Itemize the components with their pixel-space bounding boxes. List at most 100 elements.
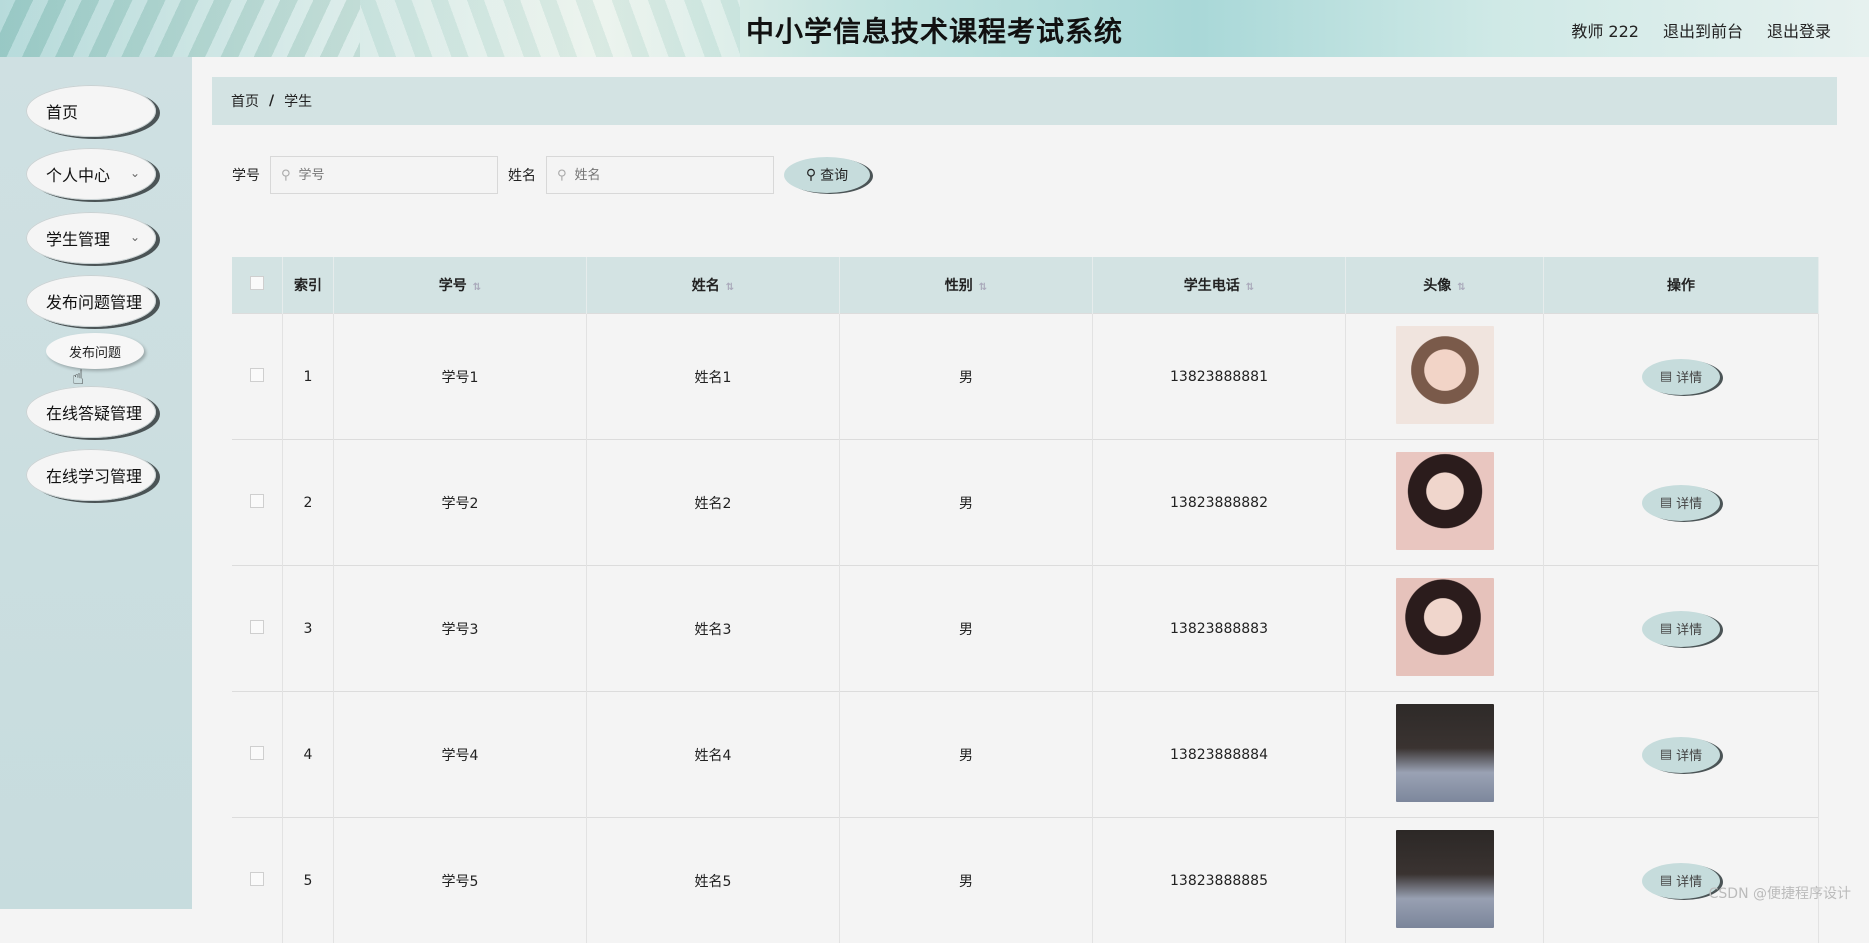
header-gender[interactable]: 性别⇅ <box>840 257 1093 314</box>
cell-name: 姓名4 <box>587 692 840 818</box>
header-avatar-label: 头像 <box>1423 278 1451 294</box>
detail-button[interactable]: ▤详情 <box>1642 359 1720 395</box>
sidebar-item-online-learning[interactable]: 在线学习管理 <box>26 449 156 501</box>
logout-link[interactable]: 退出登录 <box>1767 18 1831 42</box>
cell-index: 4 <box>283 692 334 818</box>
query-button[interactable]: ⚲ 查询 <box>784 157 870 193</box>
student-id-field[interactable]: ⚲ <box>270 156 498 194</box>
cell-gender: 男 <box>840 440 1093 566</box>
document-icon: ▤ <box>1660 495 1672 510</box>
header-phone[interactable]: 学生电话 ⇅ <box>1093 257 1346 314</box>
cell-avatar <box>1346 566 1544 692</box>
search-row: 学号 ⚲ 姓名 ⚲ ⚲ 查询 <box>232 155 870 195</box>
row-checkbox-cell <box>232 818 283 943</box>
breadcrumb-separator: / <box>269 93 274 109</box>
header-student-id-label: 学号 <box>439 278 467 294</box>
document-icon: ▤ <box>1660 747 1672 762</box>
search-icon: ⚲ <box>806 167 816 183</box>
cell-actions: ▤详情 <box>1544 314 1819 440</box>
row-checkbox[interactable] <box>250 872 264 886</box>
detail-label: 详情 <box>1676 493 1702 512</box>
row-checkbox-cell <box>232 314 283 440</box>
row-checkbox[interactable] <box>250 368 264 382</box>
table-row: 4 学号4 姓名4 男 13823888884 ▤详情 <box>232 692 1819 818</box>
table-row: 2 学号2 姓名2 男 13823888882 ▤ 详情 <box>232 440 1819 566</box>
student-id-input[interactable] <box>297 167 471 184</box>
cell-phone: 13823888882 <box>1093 440 1346 566</box>
detail-label: 详情 <box>1676 871 1702 890</box>
detail-button[interactable]: ▤ 详情 <box>1642 485 1720 521</box>
cell-actions: ▤ 详情 <box>1544 566 1819 692</box>
submenu-item-publish-question[interactable]: 发布问题 <box>46 333 144 369</box>
avatar <box>1396 578 1494 676</box>
sort-icon[interactable]: ⇅ <box>979 282 987 293</box>
detail-button[interactable]: ▤ 详情 <box>1642 611 1720 647</box>
cell-avatar <box>1346 440 1544 566</box>
cell-avatar <box>1346 314 1544 440</box>
header-name[interactable]: 姓名⇅ <box>587 257 840 314</box>
sidebar-item-personal-center[interactable]: 个人中心 ⌄ <box>26 148 156 200</box>
detail-button[interactable]: ▤ 详情 <box>1642 737 1720 773</box>
cell-index: 1 <box>283 314 334 440</box>
sort-icon[interactable]: ⇅ <box>726 282 734 293</box>
sort-icon[interactable]: ⇅ <box>1246 282 1254 293</box>
cell-actions: ▤ 详情 <box>1544 692 1819 818</box>
sidebar-item-label: 在线答疑管理 <box>46 400 142 424</box>
cell-student-id: 学号2 <box>334 440 587 566</box>
sidebar-item-home[interactable]: 首页 <box>26 85 156 137</box>
breadcrumb-current: 学生 <box>284 91 312 111</box>
breadcrumb-home[interactable]: 首页 <box>231 91 259 111</box>
watermark: CSDN @便捷程序设计 <box>1709 883 1851 903</box>
query-label: 查询 <box>820 165 848 185</box>
main-content: 首页 / 学生 学号 ⚲ 姓名 ⚲ ⚲ 查询 索引 学号 ⇅ 姓名⇅ 性别⇅ 学生… <box>192 57 1869 909</box>
cell-gender: 男 <box>840 314 1093 440</box>
header-index: 索引 <box>283 257 334 314</box>
cell-phone: 13823888883 <box>1093 566 1346 692</box>
search-icon: ⚲ <box>281 168 291 183</box>
cell-phone: 13823888884 <box>1093 692 1346 818</box>
name-input[interactable] <box>573 167 747 184</box>
cell-index: 2 <box>283 440 334 566</box>
detail-label: 详情 <box>1676 745 1702 764</box>
sidebar-item-label: 个人中心 <box>46 162 110 186</box>
header-phone-label: 学生电话 <box>1184 278 1240 294</box>
sort-icon[interactable]: ⇅ <box>473 282 481 293</box>
cell-avatar <box>1346 818 1544 943</box>
sidebar-item-student-management[interactable]: 学生管理 ⌄ <box>26 212 156 264</box>
header-student-id[interactable]: 学号 ⇅ <box>334 257 587 314</box>
header-avatar[interactable]: 头像 ⇅ <box>1346 257 1544 314</box>
cell-actions: ▤ 详情 <box>1544 440 1819 566</box>
header-actions: 操作 <box>1544 257 1819 314</box>
sidebar-item-label: 发布问题管理 <box>46 289 142 313</box>
table-row: 1 学号1 姓名1 男 13823888881 ▤详情 <box>232 314 1819 440</box>
table-header-row: 索引 学号 ⇅ 姓名⇅ 性别⇅ 学生电话 ⇅ 头像 ⇅ 操作 <box>232 257 1819 314</box>
cell-gender: 男 <box>840 566 1093 692</box>
cell-avatar <box>1346 692 1544 818</box>
avatar <box>1396 452 1494 550</box>
row-checkbox-cell <box>232 566 283 692</box>
name-field[interactable]: ⚲ <box>546 156 774 194</box>
row-checkbox[interactable] <box>250 746 264 760</box>
document-icon: ▤ <box>1660 621 1672 636</box>
cell-phone: 13823888885 <box>1093 818 1346 943</box>
row-checkbox[interactable] <box>250 620 264 634</box>
top-bar: 中小学信息技术课程考试系统 教师 222 退出到前台 退出登录 <box>0 0 1869 57</box>
avatar <box>1396 326 1494 424</box>
sidebar-item-question-management[interactable]: 发布问题管理 <box>26 275 156 327</box>
cell-name: 姓名2 <box>587 440 840 566</box>
detail-label: 详情 <box>1676 619 1702 638</box>
cell-name: 姓名3 <box>587 566 840 692</box>
sidebar-item-online-qa[interactable]: 在线答疑管理 <box>26 386 156 438</box>
select-all-checkbox[interactable] <box>250 276 264 290</box>
sidebar-item-label: 学生管理 <box>46 226 110 250</box>
avatar <box>1396 704 1494 802</box>
sort-icon[interactable]: ⇅ <box>1457 282 1465 293</box>
exit-to-front-link[interactable]: 退出到前台 <box>1663 18 1743 42</box>
row-checkbox[interactable] <box>250 494 264 508</box>
cell-index: 5 <box>283 818 334 943</box>
document-icon: ▤ <box>1660 369 1672 384</box>
table-row: 3 学号3 姓名3 男 13823888883 ▤详情 <box>232 566 1819 692</box>
cell-name: 姓名5 <box>587 818 840 943</box>
search-icon: ⚲ <box>557 168 567 183</box>
user-label[interactable]: 教师 222 <box>1571 18 1639 42</box>
